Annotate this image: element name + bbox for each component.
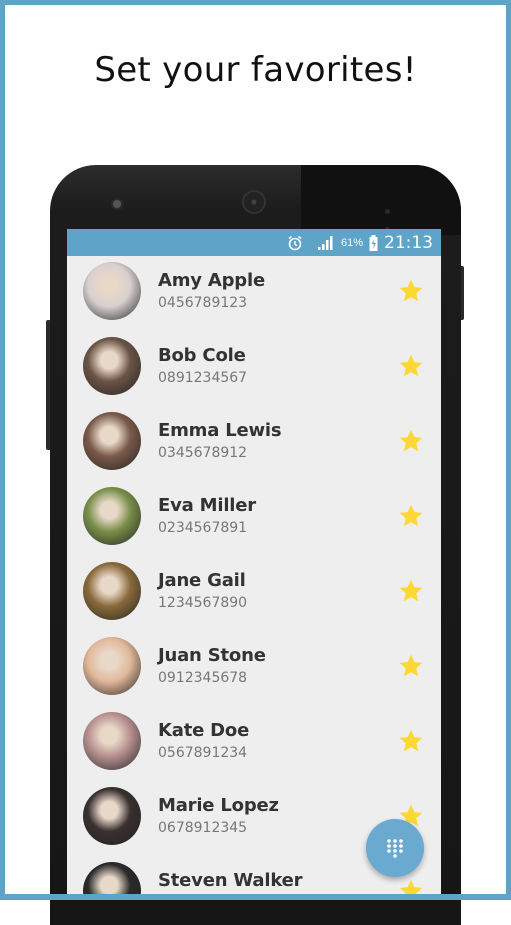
signal-icon: [317, 235, 333, 250]
alarm-icon: [288, 235, 302, 250]
contact-name: Marie Lopez: [158, 795, 279, 816]
battery-percent: 61%: [340, 236, 363, 249]
contact-row[interactable]: Bob Cole 0891234567: [67, 331, 441, 406]
earpiece-speaker: [244, 192, 264, 212]
favorite-star-icon[interactable]: [398, 653, 424, 679]
contact-phone: 0234567891: [158, 520, 248, 536]
contact-name: Bob Cole: [158, 345, 246, 366]
contact-phone: 0345678912: [158, 445, 248, 461]
contact-phone: 0456789123: [158, 295, 248, 311]
contact-name: Jane Gail: [158, 570, 246, 591]
favorite-star-icon[interactable]: [398, 428, 424, 454]
headline: Set your favorites!: [94, 50, 417, 90]
contact-row[interactable]: Emma Lewis 0345678912: [67, 406, 441, 481]
contact-name: Kate Doe: [158, 720, 250, 741]
favorite-star-icon[interactable]: [398, 578, 424, 604]
battery-charging-icon: [369, 234, 378, 251]
contact-row[interactable]: Juan Stone 0912345678: [67, 631, 441, 706]
contact-name: Steven Walker: [158, 870, 303, 891]
favorites-list: Amy Apple 0456789123 Bob Cole 0891234567…: [67, 256, 441, 900]
contact-avatar: [83, 262, 141, 320]
contact-name: Juan Stone: [158, 645, 266, 666]
dialpad-fab[interactable]: [366, 819, 424, 877]
contact-name: Eva Miller: [158, 495, 256, 516]
contact-phone: 0912345678: [158, 670, 248, 686]
status-bar: 61% 21:13: [67, 229, 441, 256]
contact-avatar: [83, 562, 141, 620]
contact-avatar: [83, 337, 141, 395]
favorite-star-icon[interactable]: [398, 503, 424, 529]
contact-phone: 0567891234: [158, 745, 248, 761]
favorite-star-icon[interactable]: [398, 353, 424, 379]
front-camera: [113, 200, 121, 208]
favorite-star-icon[interactable]: [398, 278, 424, 304]
contact-avatar: [83, 412, 141, 470]
contact-phone: 0891234567: [158, 370, 248, 386]
contact-phone: 1234567890: [158, 595, 248, 611]
contact-row[interactable]: Jane Gail 1234567890: [67, 556, 441, 631]
contact-avatar: [83, 637, 141, 695]
favorite-star-icon[interactable]: [398, 728, 424, 754]
contact-name: Amy Apple: [158, 270, 265, 291]
proximity-sensor: [385, 201, 399, 232]
contact-phone: 0678912345: [158, 820, 248, 836]
contact-row[interactable]: Eva Miller 0234567891: [67, 481, 441, 556]
contact-avatar: [83, 712, 141, 770]
contact-row[interactable]: Kate Doe 0567891234: [67, 706, 441, 781]
phone-screen: 61% 21:13 Amy Apple 0456789123 Bob Cole …: [67, 229, 441, 900]
contact-avatar: [83, 487, 141, 545]
contact-avatar: [83, 787, 141, 845]
dialpad-icon: [387, 839, 403, 858]
contact-name: Emma Lewis: [158, 420, 282, 441]
contact-row[interactable]: Amy Apple 0456789123: [67, 256, 441, 331]
status-time: 21:13: [384, 232, 433, 253]
promo-frame-bottom: [0, 894, 511, 900]
